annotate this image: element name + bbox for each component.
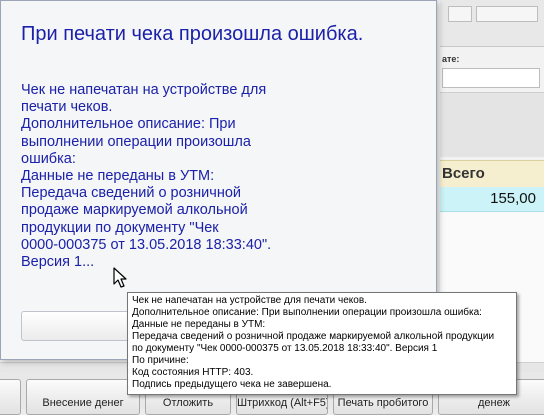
info-panel [440,92,544,157]
tooltip-line: Чек не напечатан на устройстве для печат… [132,295,367,306]
date-field[interactable] [442,68,540,88]
mouse-cursor-icon [113,267,127,288]
tooltip-line: По причине: [132,355,189,366]
row-total-value: 155,00 [490,190,536,207]
tooltip-line: Передача сведений о розничной продаже ма… [132,331,495,342]
column-header-total-label: Всего [442,165,485,182]
tooltip-line: Дополнительное описание: При выполнении … [132,307,482,318]
tooltip-line: по документу "Чек 0000-000375 от 13.05.2… [132,343,438,354]
tooltip-line: Код состояния HTTP: 403. [132,367,254,378]
date-label: ате: [442,54,460,64]
tooltip-line: Подпись предыдущего чека не завершена. [132,379,332,390]
tooltip-line: Данные не переданы в УТМ: [132,319,266,330]
toolbar-field[interactable] [476,6,538,22]
toolbar [440,0,544,47]
button-left-edge[interactable] [0,379,21,415]
toolbar-button[interactable] [448,6,472,22]
table-row[interactable]: 155,00 [440,187,544,212]
tooltip: Чек не напечатан на устройстве для печат… [127,292,517,395]
column-header-total: Всего [440,160,544,188]
cash-in-button[interactable]: Внесение денег [26,379,140,415]
dialog-title: При печати чека произошла ошибка. [21,23,364,45]
dialog-message: Чек не напечатан на устройстве для печат… [21,82,272,271]
